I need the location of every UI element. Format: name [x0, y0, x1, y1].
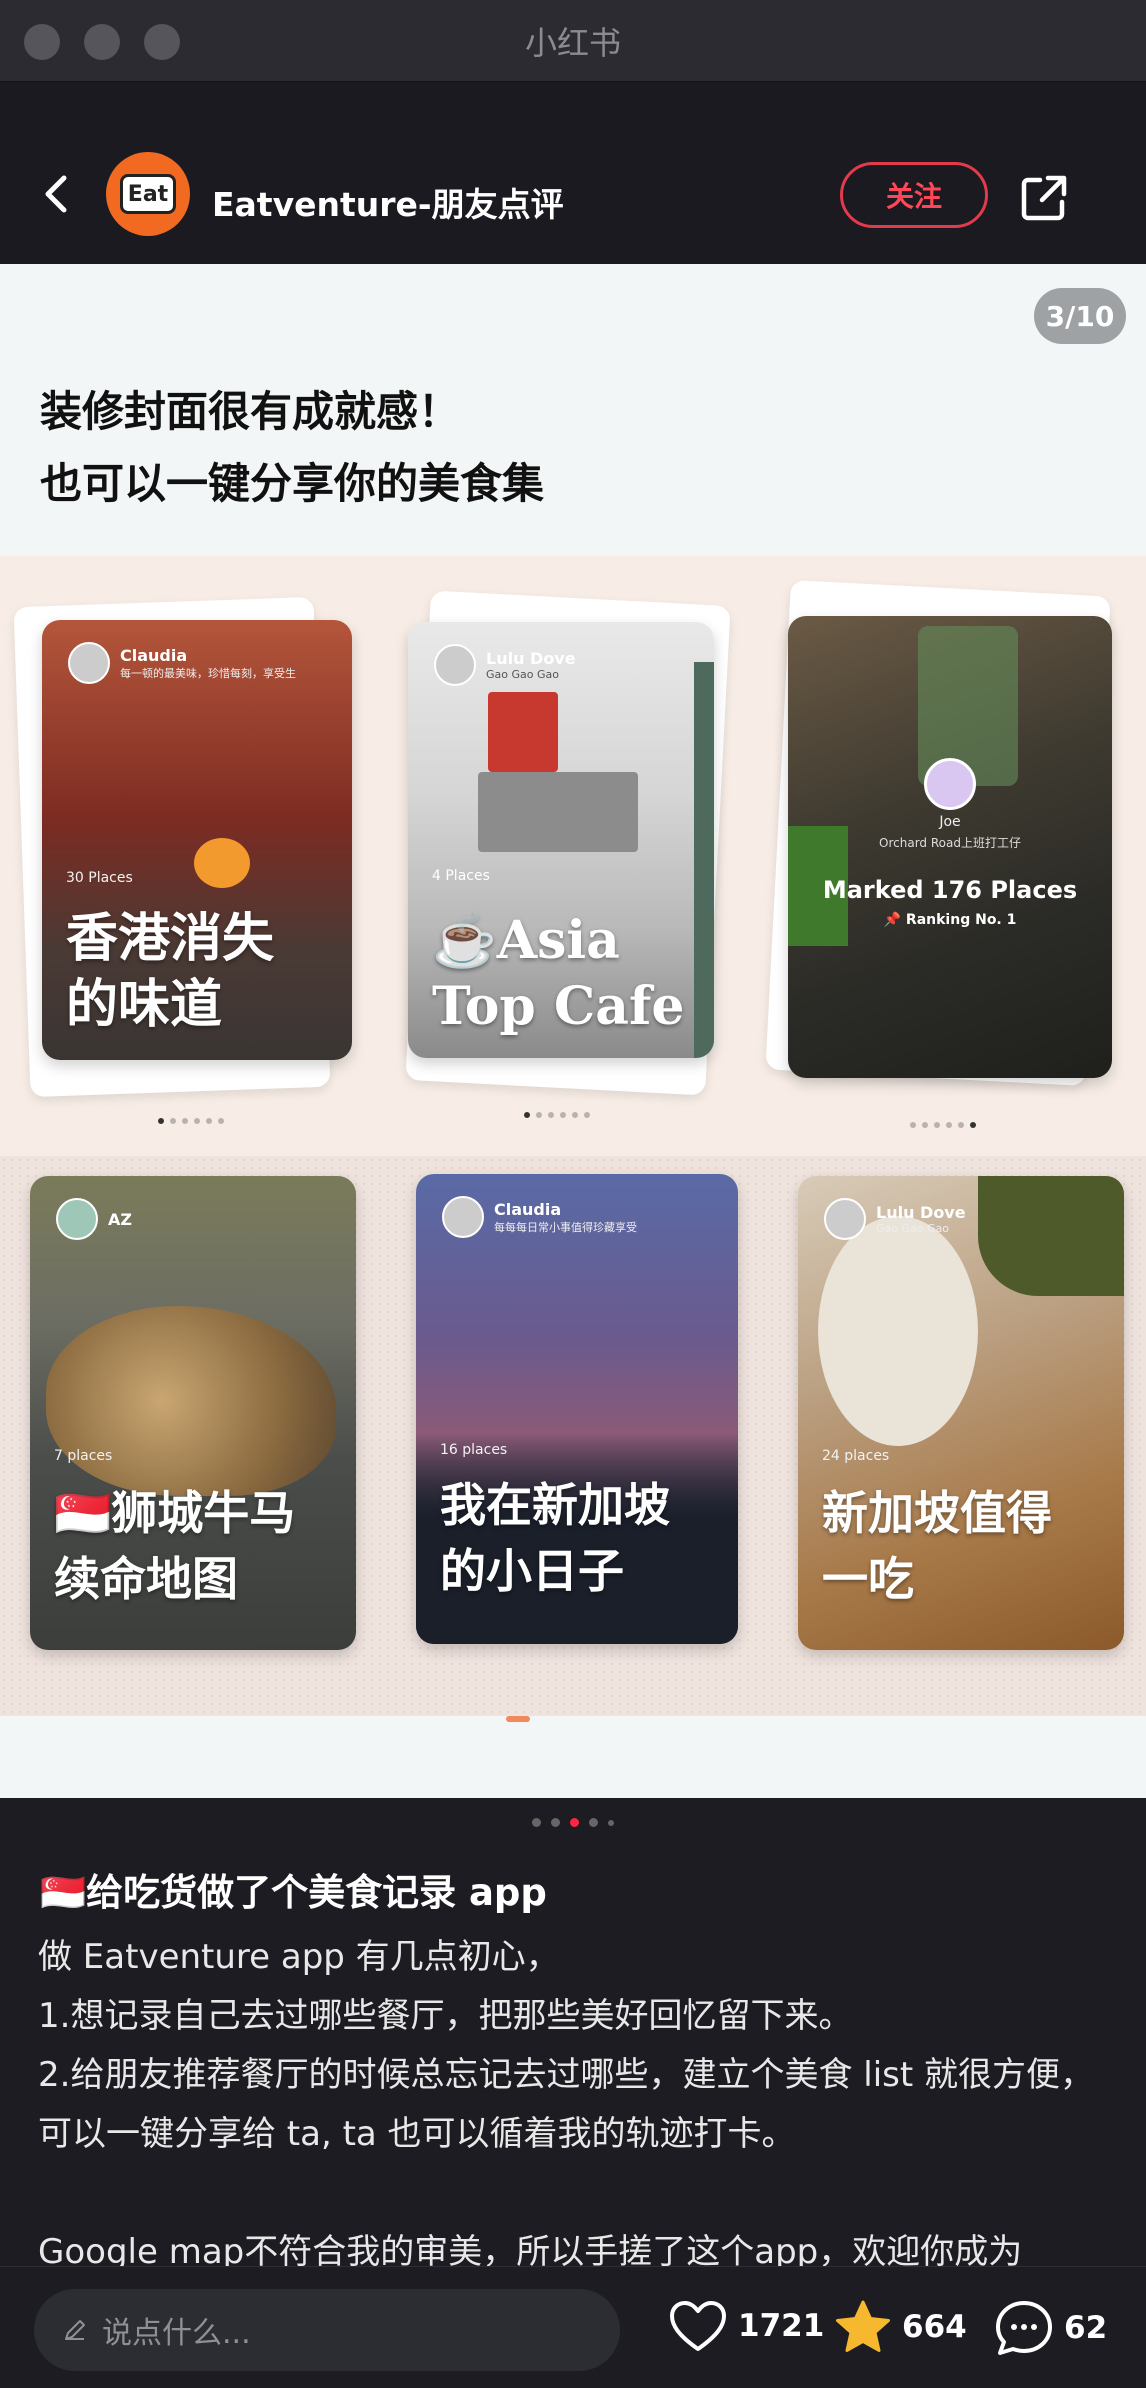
collection-title: 我在新加坡 的小日子 — [440, 1478, 670, 1598]
card-username: Claudia — [494, 1199, 562, 1219]
favorite-count: 664 — [902, 2309, 967, 2345]
card-user: Claudia 每一顿的最美味，珍惜每刻，享受生 — [68, 642, 296, 684]
card-username: Lulu Dove — [876, 1203, 966, 1222]
card-user-bio: Orchard Road上班打工仔 — [879, 836, 1021, 850]
card-user-bio: Gao Gao Gao — [876, 1222, 949, 1235]
card-user-bio: Gao Gao Gao — [486, 668, 559, 681]
post-paragraph: 做 Eatventure app 有几点初心， — [38, 1937, 560, 1977]
comment-button[interactable]: 62 — [994, 2299, 1107, 2357]
green-pillar — [694, 662, 714, 1058]
card-user-bio: 每一顿的最美味，珍惜每刻，享受生 — [120, 666, 296, 680]
card-user: Lulu Dove Gao Gao Gao — [824, 1198, 966, 1240]
slide-caption: 装修封面很有成就感！ 也可以一键分享你的美食集 — [40, 387, 545, 508]
card-user: AZ — [56, 1198, 132, 1240]
card-username: AZ — [108, 1209, 132, 1229]
places-count: 24 places — [822, 1448, 890, 1464]
user-avatar — [68, 642, 110, 684]
collection-title: 香港消失 的味道 — [66, 908, 275, 1035]
like-button[interactable]: 1721 — [668, 2299, 824, 2353]
user-avatar — [824, 1198, 866, 1240]
post-paragraph — [38, 2164, 1108, 2223]
snail-shell — [46, 1306, 336, 1496]
post-title: 🇸🇬给吃货做了个美食记录 app — [40, 1871, 547, 1914]
window-titlebar: 小红书 — [0, 0, 1146, 82]
post-paragraph: 1.想记录自己去过哪些餐厅，把那些美好回忆留下来。 — [38, 1996, 853, 2036]
follow-button[interactable]: 关注 — [840, 162, 988, 228]
card-dots — [910, 1122, 976, 1128]
window-title: 小红书 — [524, 24, 621, 62]
collection-title: 🇸🇬狮城牛马 续命地图 — [54, 1486, 296, 1606]
pager-dot-active — [570, 1818, 579, 1827]
post-paragraph: 2.给朋友推荐餐厅的时候总忘记去过哪些，建立个美食 list 就很方便，可以一键… — [38, 2055, 1094, 2154]
mailboxes — [478, 772, 638, 852]
author-avatar[interactable]: Eat — [106, 152, 190, 236]
carousel-pager — [0, 1818, 1146, 1827]
places-count: 16 places — [440, 1442, 508, 1458]
scroll-indicator — [506, 1716, 530, 1722]
green-beans — [978, 1176, 1124, 1296]
user-avatar — [442, 1196, 484, 1238]
collection-title: 新加坡值得 一吃 — [822, 1486, 1052, 1606]
card-username: Joe — [939, 814, 961, 830]
matcha-glass — [918, 626, 1018, 786]
note-header: Eat Eatventure-朋友点评 关注 — [0, 82, 1146, 264]
cover-card[interactable]: AZ 7 places 🇸🇬狮城牛马 续命地图 — [30, 1176, 356, 1650]
places-count: 4 Places — [432, 868, 490, 884]
collection-title: ☕Asia Top Cafe — [432, 910, 685, 1037]
cover-card[interactable]: Claudia 每一顿的最美味，珍惜每刻，享受生 30 Places 香港消失 的… — [42, 620, 352, 1060]
image-carousel[interactable]: 3/10 装修封面很有成就感！ 也可以一键分享你的美食集 Claudia 每一顿的… — [0, 264, 1146, 1798]
pager-dot — [589, 1818, 598, 1827]
star-icon — [836, 2300, 890, 2352]
cover-card[interactable]: Lulu Dove Gao Gao Gao 24 places 新加坡值得 一吃 — [798, 1176, 1124, 1650]
pencil-icon — [65, 2320, 85, 2340]
comment-placeholder: 说点什么... — [102, 2316, 251, 2351]
places-count: 30 Places — [66, 870, 133, 886]
favorite-button[interactable]: 664 — [834, 2299, 967, 2355]
places-count: 7 places — [54, 1448, 113, 1464]
card-username: Claudia — [120, 645, 188, 665]
cover-row-1: Claudia 每一顿的最美味，珍惜每刻，享受生 30 Places 香港消失 的… — [0, 556, 1146, 1156]
cover-row-2: AZ 7 places 🇸🇬狮城牛马 续命地图 Claudia 每每每日常小事值得… — [0, 1156, 1146, 1716]
heart-icon — [670, 2301, 726, 2351]
user-avatar — [56, 1198, 98, 1240]
card-dots — [158, 1118, 224, 1124]
post-body: 做 Eatventure app 有几点初心， 1.想记录自己去过哪些餐厅，把那… — [38, 1928, 1108, 2282]
share-icon[interactable] — [1016, 170, 1072, 226]
comment-input[interactable]: 说点什么... — [34, 2289, 620, 2371]
food-plate — [818, 1216, 978, 1446]
cover-card[interactable]: Claudia 每每每日常小事值得珍藏享受 16 places 我在新加坡 的小日… — [416, 1174, 738, 1644]
pager-dot — [532, 1818, 541, 1827]
marked-places: Marked 176 Places — [822, 876, 1078, 904]
sunset-sun — [194, 838, 250, 888]
bottom-action-bar: 说点什么... 1721 664 62 — [0, 2266, 1146, 2388]
card-user: Claudia 每每每日常小事值得珍藏享受 — [442, 1196, 637, 1238]
card-username: Lulu Dove — [486, 649, 576, 668]
user-avatar — [434, 644, 476, 686]
cover-card[interactable]: Lulu Dove Gao Gao Gao 4 Places ☕Asia Top … — [408, 622, 714, 1058]
card-user: Lulu Dove Gao Gao Gao — [434, 644, 576, 686]
pager-dot — [551, 1818, 560, 1827]
cover-card[interactable]: Joe Orchard Road上班打工仔 Marked 176 Places … — [788, 616, 1112, 1078]
comment-count: 62 — [1064, 2310, 1108, 2346]
card-dots — [524, 1112, 590, 1118]
slide-counter: 3/10 — [1034, 288, 1126, 344]
avatar-logo-text: Eat — [120, 174, 176, 214]
like-count: 1721 — [738, 2308, 825, 2344]
red-mailbox — [488, 692, 558, 772]
pager-dot — [608, 1820, 614, 1826]
card-user-bio: 每每每日常小事值得珍藏享受 — [494, 1220, 637, 1234]
comment-bubble-icon — [996, 2301, 1052, 2355]
ranking-badge: 📌 Ranking No. 1 — [883, 912, 1017, 928]
user-avatar — [924, 758, 976, 810]
author-name[interactable]: Eatventure-朋友点评 — [212, 178, 564, 226]
back-icon[interactable] — [34, 170, 82, 218]
